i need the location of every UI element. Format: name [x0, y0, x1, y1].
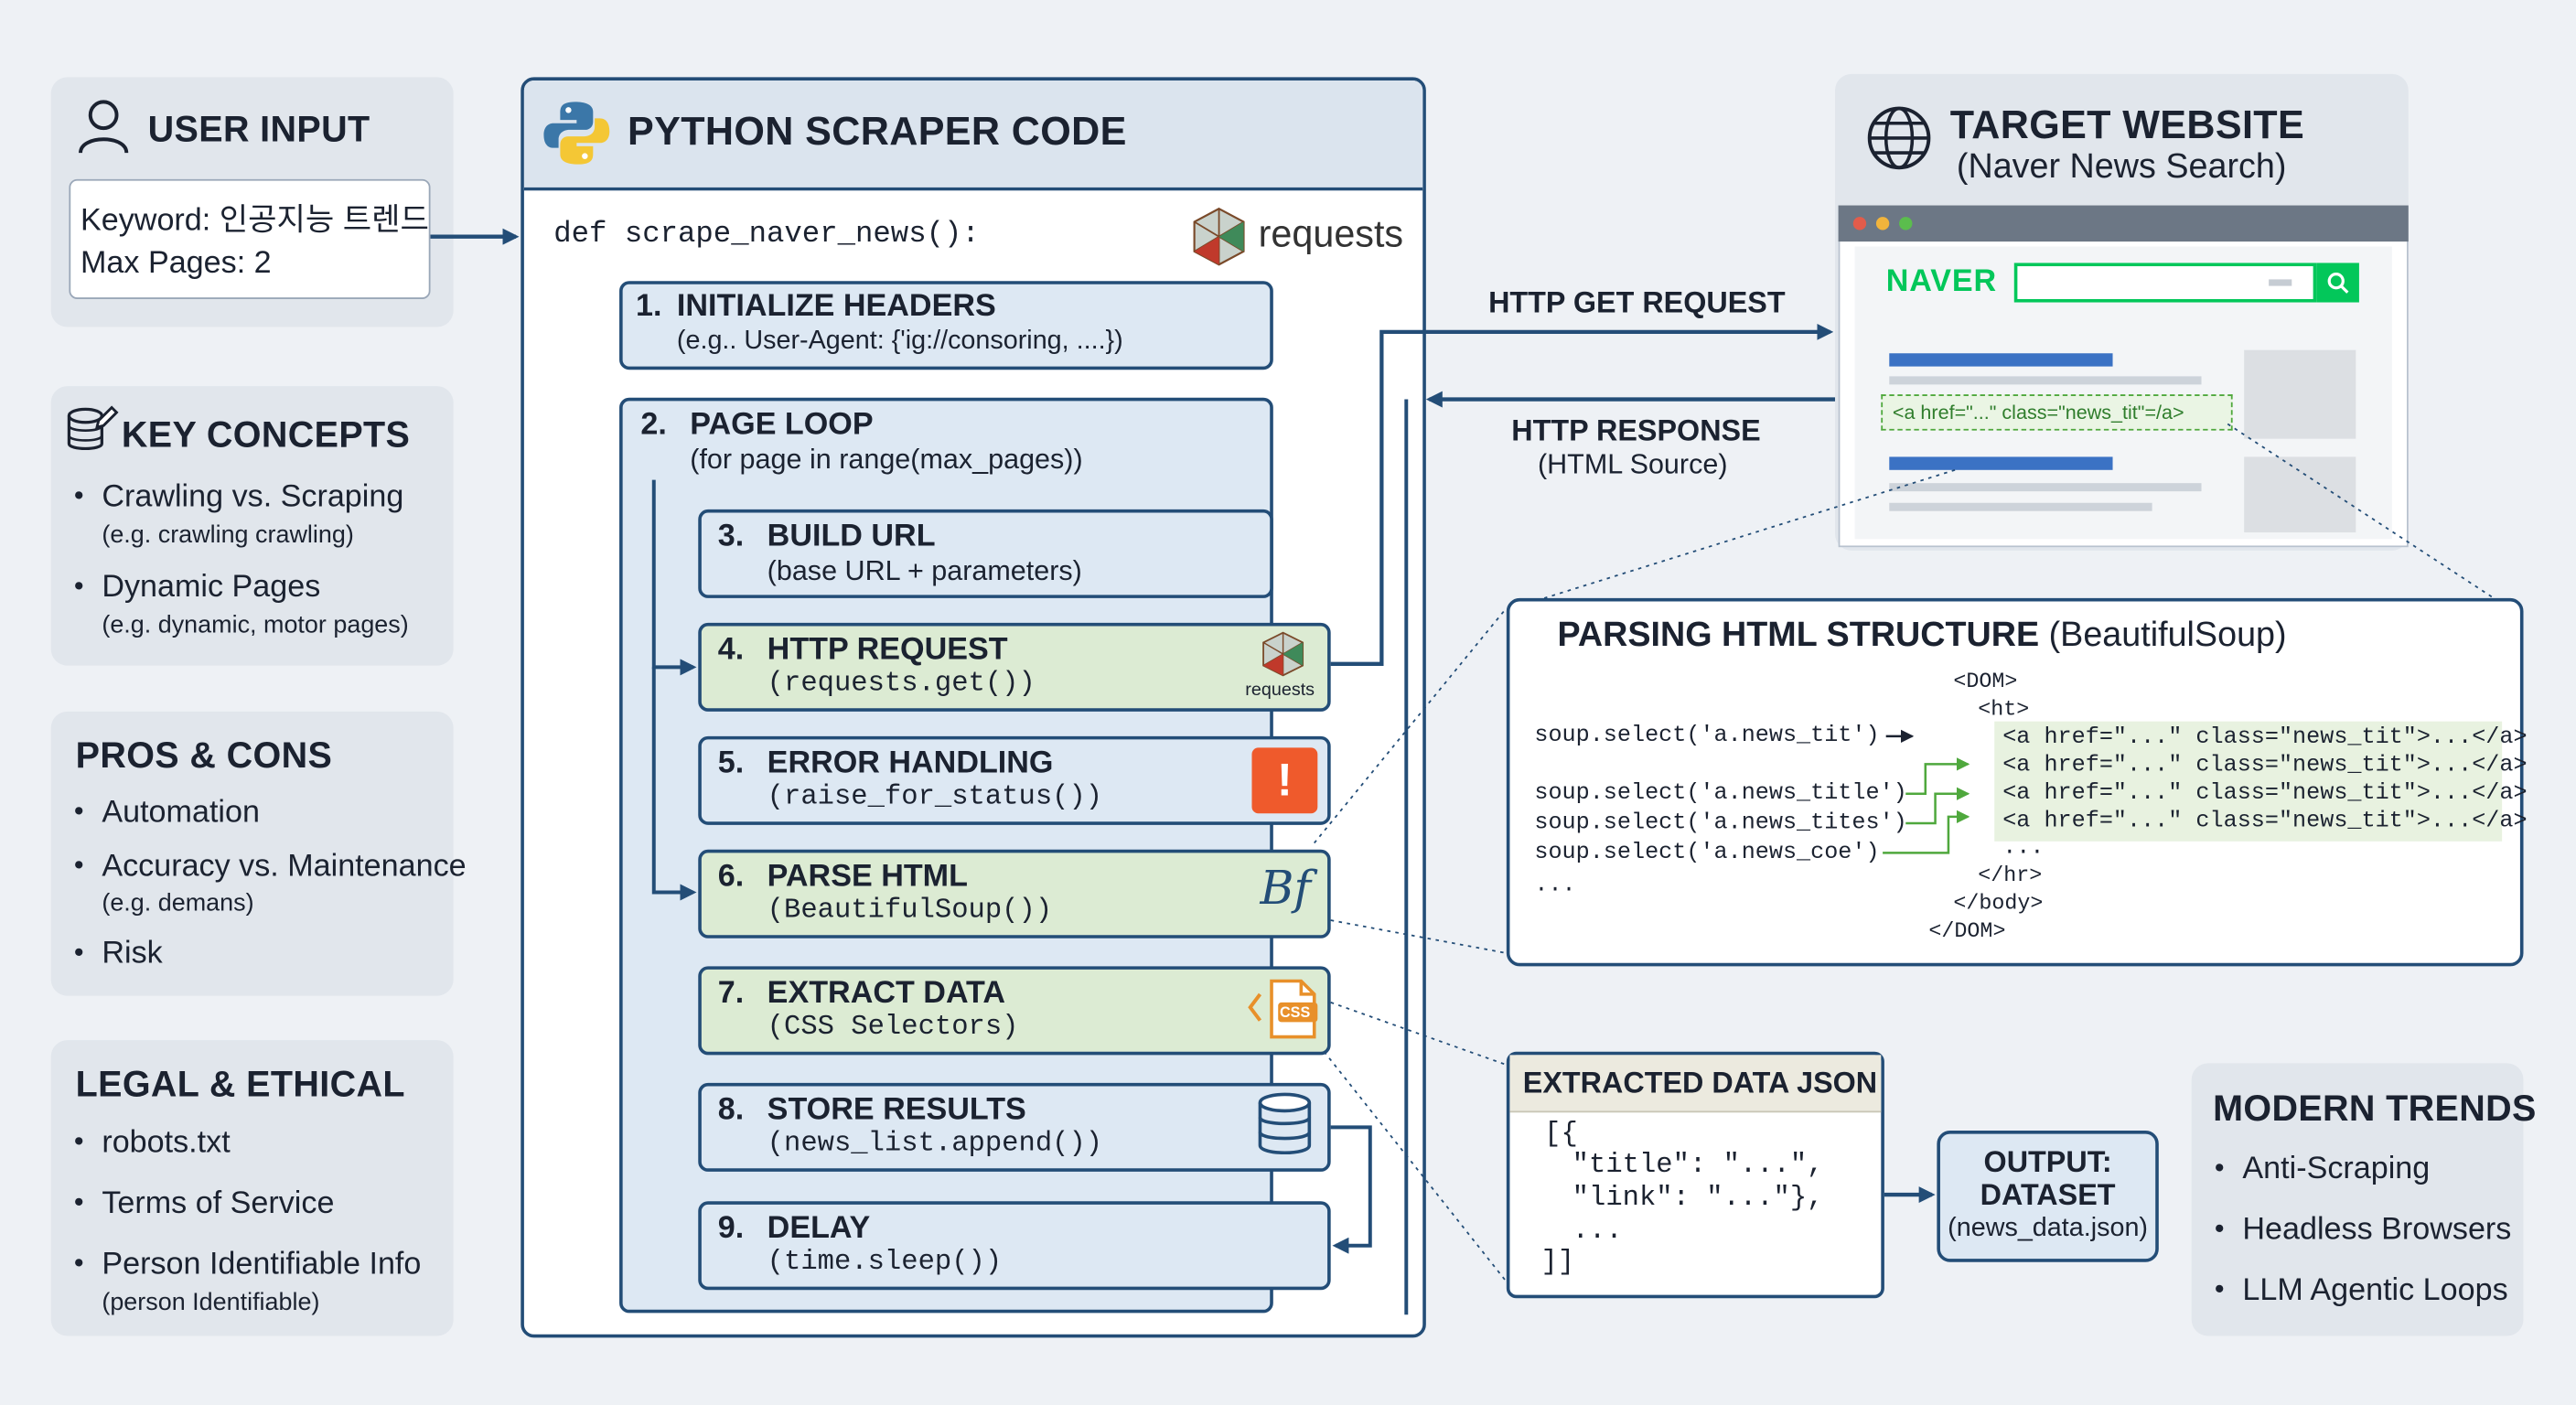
- selector-arrow: [1905, 787, 1970, 825]
- selector-arrow: [1905, 757, 1970, 795]
- dotted-connector: [1330, 1002, 1508, 1066]
- zoom-line: [1543, 468, 1956, 599]
- arrow-store-to-delay: [1330, 1125, 1372, 1254]
- dotted-connector: [1314, 607, 1508, 844]
- arrow-loop-to-request: [651, 479, 697, 676]
- connectors: [430, 228, 2495, 1315]
- arrow-loop-to-parse: [651, 667, 697, 901]
- dotted-connector: [1330, 919, 1508, 954]
- zoom-line: [2227, 423, 2495, 599]
